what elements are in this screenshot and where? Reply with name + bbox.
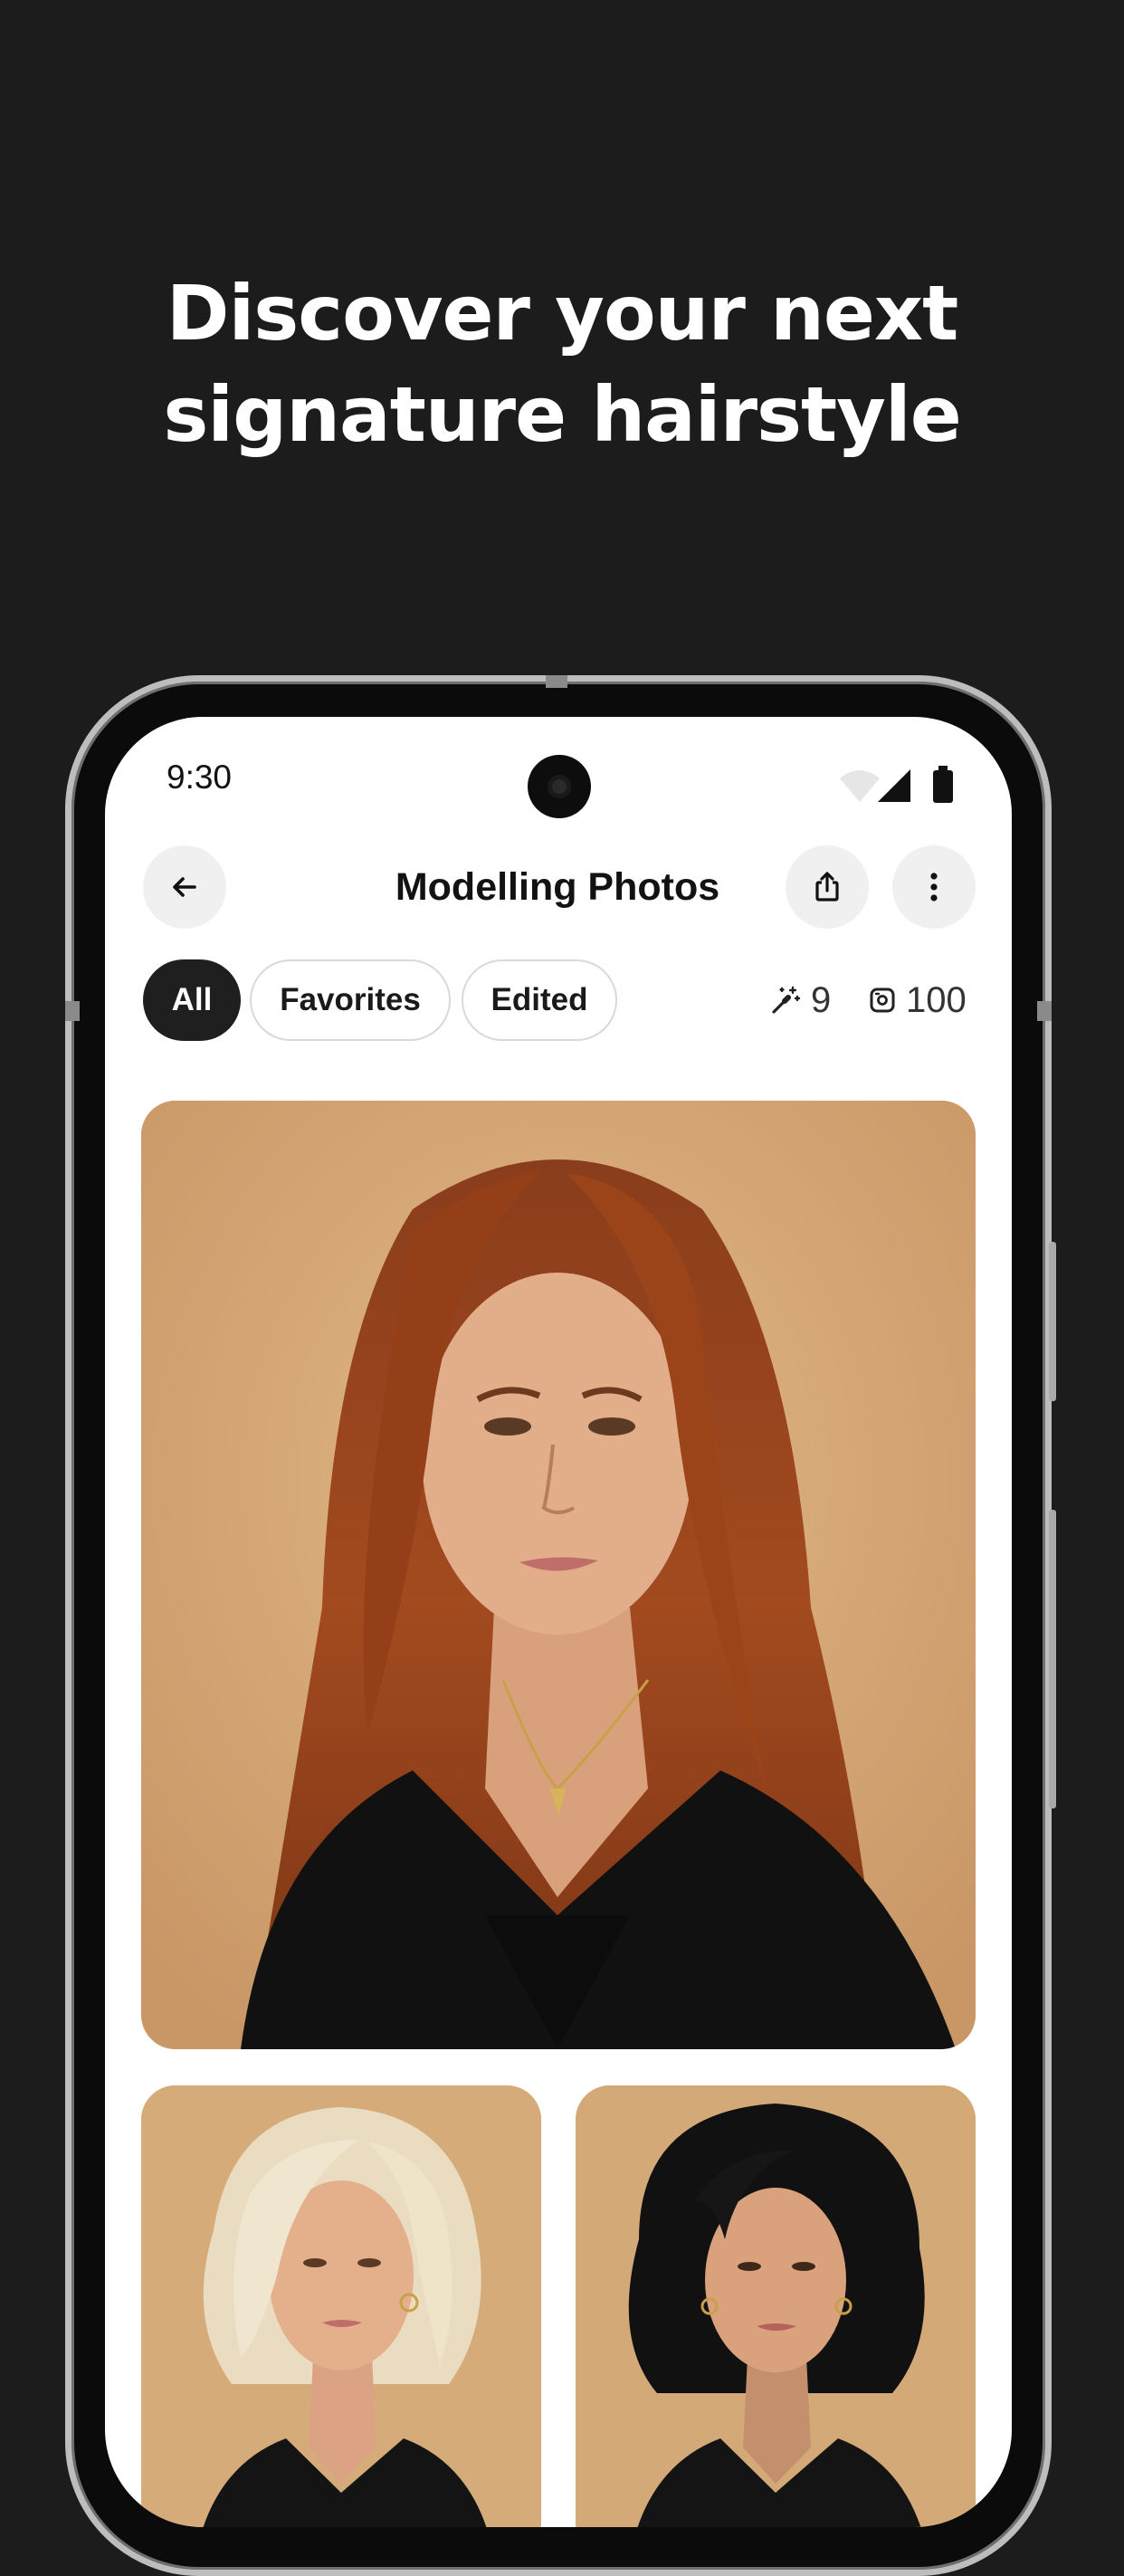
portrait-photo: [576, 2085, 976, 2527]
phone-screen: 9:30 Modelling Photos All Favorites Edit…: [105, 717, 1012, 2527]
status-time: 9:30: [167, 758, 233, 796]
front-camera: [528, 755, 591, 818]
battery-icon: [933, 766, 953, 803]
share-icon: [815, 872, 839, 902]
volume-button: [1049, 1510, 1056, 1808]
credits-counter: 100: [868, 976, 967, 1025]
promo-headline: Discover your next signature hairstyle: [0, 262, 1124, 465]
magic-wand-icon: [772, 986, 801, 1014]
wifi-icon: [840, 770, 880, 802]
arrow-left-icon: [173, 877, 196, 897]
more-vertical-icon: [930, 873, 938, 902]
edits-count: 9: [811, 979, 832, 1020]
page-title: Modelling Photos: [395, 865, 720, 909]
status-icons: [838, 766, 956, 804]
portrait-photo: [141, 2085, 541, 2527]
power-button: [1049, 1242, 1056, 1401]
more-options-button[interactable]: [892, 845, 976, 929]
filter-chip-edited[interactable]: Edited: [462, 959, 617, 1041]
signal-icon: [878, 769, 910, 802]
phone-antenna-line: [546, 675, 567, 688]
photo-card-curly[interactable]: [576, 2085, 976, 2527]
filter-chip-all[interactable]: All: [143, 959, 241, 1041]
credit-icon: [870, 987, 895, 1013]
photo-card-blonde[interactable]: [141, 2085, 541, 2527]
phone-antenna-line: [65, 1001, 80, 1021]
headline-line-1: Discover your next: [166, 269, 958, 358]
back-button[interactable]: [143, 845, 226, 929]
phone-antenna-line: [1037, 1001, 1052, 1021]
edits-counter: 9: [769, 976, 831, 1025]
portrait-photo: [141, 1101, 976, 2049]
share-button[interactable]: [786, 845, 869, 929]
photo-card-featured[interactable]: [141, 1101, 976, 2049]
filter-chip-favorites[interactable]: Favorites: [250, 959, 451, 1041]
credits-count: 100: [906, 979, 967, 1020]
headline-line-2: signature hairstyle: [163, 370, 961, 459]
